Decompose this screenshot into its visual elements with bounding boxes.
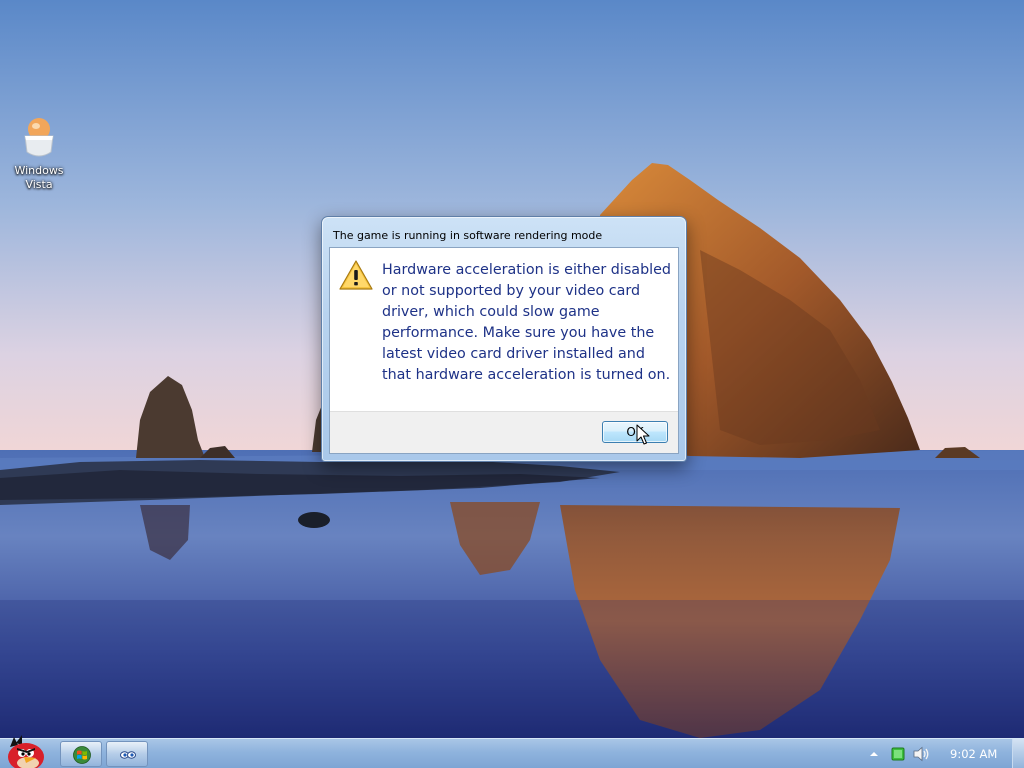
angry-bird-start-icon[interactable] [2, 733, 50, 768]
software-rendering-dialog[interactable]: The game is running in software renderin… [321, 216, 687, 462]
dialog-message: Hardware acceleration is either disabled… [382, 262, 671, 383]
dialog-client-area: Hardware acceleration is either disabled… [329, 247, 679, 454]
dialog-content: Hardware acceleration is either disabled… [330, 248, 678, 413]
show-hidden-icons-arrow[interactable] [868, 748, 880, 760]
taskbar-button-windows[interactable] [60, 741, 102, 767]
notification-area: 9:02 AM [864, 739, 1024, 768]
warning-icon [339, 260, 373, 290]
eyes-icon [120, 751, 136, 759]
taskbar-clock[interactable]: 9:02 AM [950, 747, 997, 761]
windows-flag-icon [73, 746, 91, 764]
volume-icon[interactable] [912, 746, 930, 762]
desktop-icon-windows-vista[interactable]: Windows Vista [6, 116, 72, 192]
ok-button[interactable]: OK [602, 421, 668, 443]
taskbar-button-app[interactable] [106, 741, 148, 767]
dialog-titlebar[interactable]: The game is running in software renderin… [322, 217, 686, 247]
dialog-title: The game is running in software renderin… [333, 229, 603, 242]
taskbar: 9:02 AM [0, 735, 1024, 768]
show-desktop-button[interactable] [1012, 739, 1024, 768]
windows-vista-egg-icon [24, 118, 54, 157]
network-icon[interactable] [891, 747, 905, 761]
dialog-button-bar: OK [330, 411, 678, 453]
desktop-icon-label: Windows Vista [14, 164, 64, 191]
